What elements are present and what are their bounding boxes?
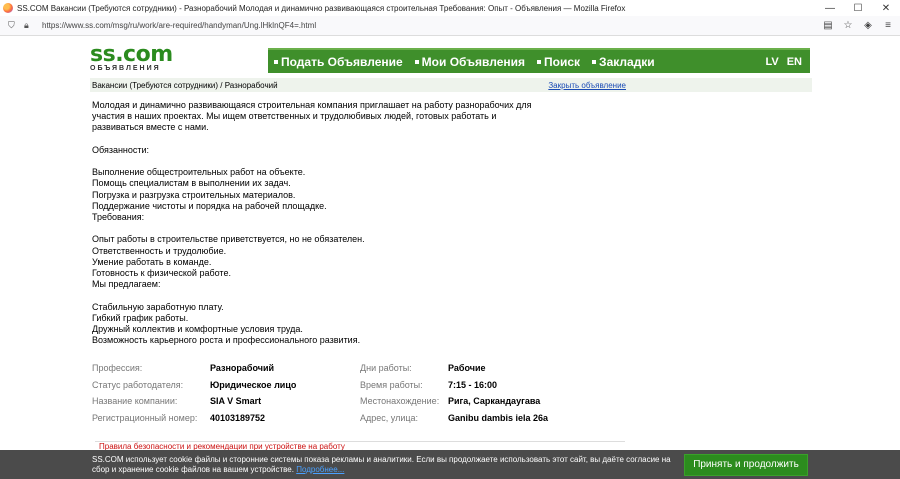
desc-line: Поддержание чистоты и порядка на рабочей…: [92, 200, 327, 211]
accept-cookies-button[interactable]: Принять и продолжить: [684, 453, 808, 476]
window-title: SS.COM Вакансии (Требуются сотрудники) -…: [17, 3, 626, 13]
desc-line: Выполнение общестроительных работ на объ…: [92, 167, 306, 178]
site-header: ss.com ОБЪЯВЛЕНИЯ Подать Объявление Мои …: [90, 42, 812, 73]
detail-label: Дни работы:: [360, 363, 412, 374]
window-titlebar: SS.COM Вакансии (Требуются сотрудники) -…: [0, 0, 900, 16]
shield-extension-icon[interactable]: ◈: [860, 20, 876, 31]
logo-main-text: ss.com: [90, 42, 173, 67]
desc-line: Ответственность и трудолюбие.: [92, 245, 227, 256]
menu-item-label: Мои Объявления: [421, 54, 526, 69]
desc-line: Обязанности:: [92, 144, 150, 155]
lang-en-link[interactable]: EN: [787, 56, 802, 68]
details-row: Регистрационный номер: 40103189752 Адрес…: [92, 410, 652, 427]
menu-hamburger-icon[interactable]: ≡: [880, 20, 896, 31]
address-bar-row: ⛉ 🔒︎ https://www.ss.com/msg/ru/work/are-…: [0, 16, 900, 36]
desc-line: Погрузка и разгрузка строительных матери…: [92, 189, 296, 200]
detail-value: SIA V Smart: [210, 396, 262, 407]
details-row: Название компании: SIA V Smart Местонахо…: [92, 393, 652, 410]
detail-label: Местонахождение:: [360, 396, 440, 407]
lock-icon[interactable]: 🔒︎: [24, 20, 34, 31]
menu-item-my-ads[interactable]: Мои Объявления: [414, 54, 526, 69]
desc-line: Молодая и динамично развивающаяся строит…: [92, 100, 532, 110]
desc-line: [92, 290, 622, 301]
desc-line: Опыт работы в строительстве приветствует…: [92, 234, 365, 245]
shield-icon[interactable]: ⛉: [8, 20, 18, 31]
reader-view-icon[interactable]: ▤: [820, 20, 836, 31]
detail-label: Название компании:: [92, 396, 178, 407]
desc-line: Стабильную заработную плату.: [92, 301, 224, 312]
logo-sub-text: ОБЪЯВЛЕНИЯ: [90, 65, 161, 72]
cookie-banner: SS.COM использует cookie файлы и сторонн…: [0, 450, 900, 479]
bullet-icon: [537, 59, 542, 64]
detail-value: 40103189752: [210, 412, 266, 423]
lang-lv-link[interactable]: LV: [765, 56, 778, 68]
desc-line: развиваться вместе с нами.: [92, 122, 209, 133]
menu-item-label: Поиск: [544, 54, 581, 69]
menu-item-post-ad[interactable]: Подать Объявление: [274, 55, 403, 69]
close-window-icon[interactable]: ✕: [872, 3, 900, 14]
detail-value[interactable]: Ganibu dambis iela 26a: [448, 413, 548, 423]
page-content: ss.com ОБЪЯВЛЕНИЯ Подать Объявление Мои …: [0, 36, 900, 479]
details-row: Профессия: Разнорабочий Дни работы: Рабо…: [92, 360, 652, 377]
window-controls: — ☐ ✕: [816, 3, 900, 14]
detail-value[interactable]: Рига, Саркандаугава: [448, 396, 540, 406]
desc-line: [92, 134, 622, 145]
detail-label: Профессия:: [92, 363, 143, 374]
cookie-text: SS.COM использует cookie файлы и сторонн…: [92, 454, 671, 474]
desc-line: Помощь специалистам в выполнении их зада…: [92, 178, 291, 189]
main-menu: Подать Объявление Мои Объявления Поиск З…: [268, 48, 810, 73]
desc-line: Дружный коллектив и комфортные условия т…: [92, 324, 303, 334]
desc-line: Умение работать в команде.: [92, 256, 212, 267]
menu-item-bookmarks[interactable]: Закладки: [592, 55, 655, 69]
site-logo[interactable]: ss.com ОБЪЯВЛЕНИЯ: [90, 42, 190, 73]
desc-line: [92, 223, 622, 234]
bookmark-star-icon[interactable]: ☆: [840, 20, 856, 31]
breadcrumb-text[interactable]: Вакансии (Требуются сотрудники) / Разнор…: [92, 81, 278, 90]
detail-label: Время работы:: [360, 379, 423, 390]
ad-description: Молодая и динамично развивающаяся строит…: [92, 100, 622, 346]
desc-line: участия в наших проектах. Мы ищем ответс…: [92, 111, 497, 122]
cookie-text-block: SS.COM использует cookie файлы и сторонн…: [92, 455, 672, 475]
detail-value[interactable]: Разнорабочий: [210, 363, 360, 373]
desc-line: Возможность карьерного роста и профессио…: [92, 335, 361, 346]
desc-line: Гибкий график работы.: [92, 312, 189, 323]
detail-value: Юридическое лицо: [210, 379, 297, 390]
detail-label: Статус работодателя:: [92, 379, 184, 390]
detail-value: 7:15 - 16:00: [448, 379, 498, 390]
detail-label: Регистрационный номер:: [92, 412, 198, 423]
minimize-icon[interactable]: —: [816, 3, 844, 14]
url-field[interactable]: https://www.ss.com/msg/ru/work/are-requi…: [42, 21, 820, 30]
detail-label: Адрес, улица:: [360, 412, 419, 423]
breadcrumb: Вакансии (Требуются сотрудники) / Разнор…: [90, 78, 812, 92]
cookie-more-link[interactable]: Подробнее...: [296, 465, 344, 474]
close-ad-link[interactable]: Закрыть объявление: [548, 81, 626, 90]
desc-line: [92, 156, 622, 167]
menu-item-label: Закладки: [599, 54, 655, 69]
detail-value: Рабочие: [448, 363, 486, 374]
desc-line: Готовность к физической работе.: [92, 268, 231, 278]
details-row: Статус работодателя: Юридическое лицо Вр…: [92, 377, 652, 394]
menu-item-search[interactable]: Поиск: [537, 55, 580, 69]
bullet-icon: [414, 59, 419, 64]
bullet-icon: [274, 59, 278, 64]
desc-line: Мы предлагаем:: [92, 279, 161, 290]
language-switch: LV EN: [765, 56, 802, 68]
maximize-icon[interactable]: ☐: [844, 3, 872, 14]
firefox-icon: [3, 3, 13, 13]
desc-line: Требования:: [92, 212, 145, 222]
menu-item-label: Подать Объявление: [281, 54, 403, 69]
bullet-icon: [592, 59, 597, 64]
ad-details-table: Профессия: Разнорабочий Дни работы: Рабо…: [92, 360, 652, 426]
